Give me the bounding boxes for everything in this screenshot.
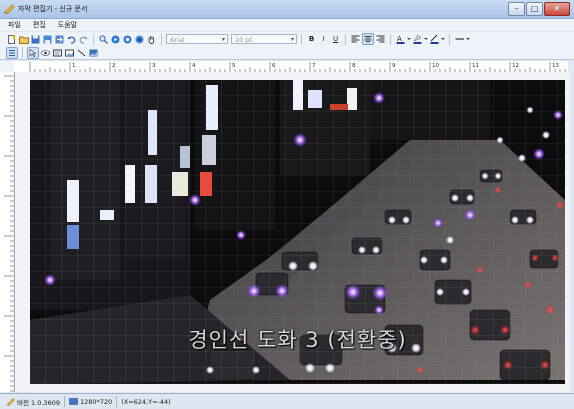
save-as-icon[interactable]	[42, 34, 53, 45]
maximize-button[interactable]: □	[526, 2, 543, 16]
ruler-label: 7	[312, 63, 316, 69]
ruler-label: 3	[152, 63, 156, 69]
version-cell: 버전 1.0.3609	[3, 396, 65, 407]
export-icon[interactable]	[54, 34, 65, 45]
window-title: 자막 편집기 - 신규 문서	[18, 5, 88, 13]
line-tool-icon[interactable]	[76, 47, 87, 58]
ruler-label: 13	[552, 63, 559, 69]
horizontal-ruler-scale: 1 2 3 4 5 6 7 8 9 10 11 12 13	[29, 62, 566, 72]
save-icon[interactable]	[30, 34, 41, 45]
highlight-color-icon[interactable]	[412, 34, 428, 45]
align-center-icon[interactable]	[362, 33, 374, 45]
main-toolbar: Arial ▾ 10 pt. ▾ B I U A	[0, 32, 574, 46]
ruler-label: 4	[192, 63, 196, 69]
ruler-label: 1	[72, 63, 76, 69]
undo-icon[interactable]	[66, 34, 77, 45]
select-tool-icon[interactable]	[6, 46, 18, 59]
toolbar-separator	[301, 33, 302, 45]
cursor-coords-text: (X=624,Y=-44)	[121, 397, 171, 406]
align-right-icon[interactable]	[375, 34, 386, 45]
version-text: 버전 1.0.3609	[17, 398, 60, 407]
pointer-tool-icon[interactable]	[27, 46, 39, 59]
eye-icon[interactable]	[40, 47, 51, 58]
resolution-cell: 1280*720	[65, 396, 118, 407]
ruler-label: 11	[472, 63, 479, 69]
toolbar-separator	[390, 33, 391, 45]
app-icon	[4, 4, 15, 14]
target-icon[interactable]	[134, 34, 145, 45]
svg-text:A: A	[397, 35, 402, 43]
bold-icon[interactable]: B	[306, 34, 317, 45]
toolbar-separator	[161, 33, 162, 45]
text-box-icon[interactable]	[52, 47, 63, 58]
video-preview[interactable]: 경인선 도화 3 (전환중)	[30, 80, 565, 384]
font-size-select[interactable]: 10 pt. ▾	[231, 34, 297, 44]
coords-cell: (X=624,Y=-44)	[117, 396, 174, 407]
menu-edit[interactable]: 편집	[33, 19, 46, 31]
status-bar: 버전 1.0.3609 1280*720 (X=624,Y=-44)	[0, 393, 574, 409]
font-family-select[interactable]: Arial ▾	[166, 34, 228, 44]
picture-icon[interactable]	[88, 47, 99, 58]
new-document-icon[interactable]	[6, 34, 17, 45]
toolbar-separator	[449, 33, 450, 45]
ruler-label: 12	[512, 63, 519, 69]
title-bar: 자막 편집기 - 신규 문서 – □ ✕	[0, 0, 574, 19]
resolution-text: 1280*720	[79, 397, 113, 406]
menu-bar: 파일 편집 도움말	[0, 19, 574, 31]
redo-icon[interactable]	[78, 34, 89, 45]
image-box-icon[interactable]	[64, 47, 75, 58]
underline-icon[interactable]: U	[330, 34, 341, 45]
chevron-down-icon: ▾	[290, 36, 294, 43]
open-folder-icon[interactable]	[18, 34, 29, 45]
close-button[interactable]: ✕	[544, 2, 570, 16]
zoom-icon[interactable]	[98, 34, 109, 45]
ruler-label: 6	[272, 63, 276, 69]
toolbar-separator	[345, 33, 346, 45]
line-style-icon[interactable]	[454, 34, 470, 45]
chevron-down-icon: ▾	[221, 36, 225, 43]
ruler-label: 10	[432, 63, 439, 69]
secondary-toolbar	[0, 46, 574, 60]
minimize-button[interactable]: –	[508, 2, 525, 16]
toolbar-separator	[93, 33, 94, 45]
vertical-ruler	[0, 72, 15, 392]
hand-tool-icon[interactable]	[146, 34, 157, 45]
pencil-icon	[7, 397, 15, 406]
align-left-icon[interactable]	[350, 34, 361, 45]
italic-icon[interactable]: I	[318, 34, 329, 45]
monitor-icon	[69, 398, 78, 405]
menu-help[interactable]: 도움말	[58, 19, 77, 31]
toolbar-separator	[22, 47, 23, 58]
ruler-label: 8	[352, 63, 356, 69]
record-icon[interactable]	[122, 34, 133, 45]
line-color-icon[interactable]	[429, 34, 445, 45]
play-icon[interactable]	[110, 34, 121, 45]
font-size-value: 10 pt.	[235, 36, 255, 44]
subtitle-text[interactable]: 경인선 도화 3 (전환중)	[30, 324, 565, 354]
font-family-value: Arial	[170, 36, 185, 44]
ruler-label: 5	[232, 63, 236, 69]
ruler-label: 2	[112, 63, 116, 69]
ruler-label: 9	[392, 63, 396, 69]
menu-file[interactable]: 파일	[8, 19, 21, 31]
font-color-icon[interactable]: A	[395, 34, 411, 45]
vertical-ruler-scale	[4, 75, 14, 392]
